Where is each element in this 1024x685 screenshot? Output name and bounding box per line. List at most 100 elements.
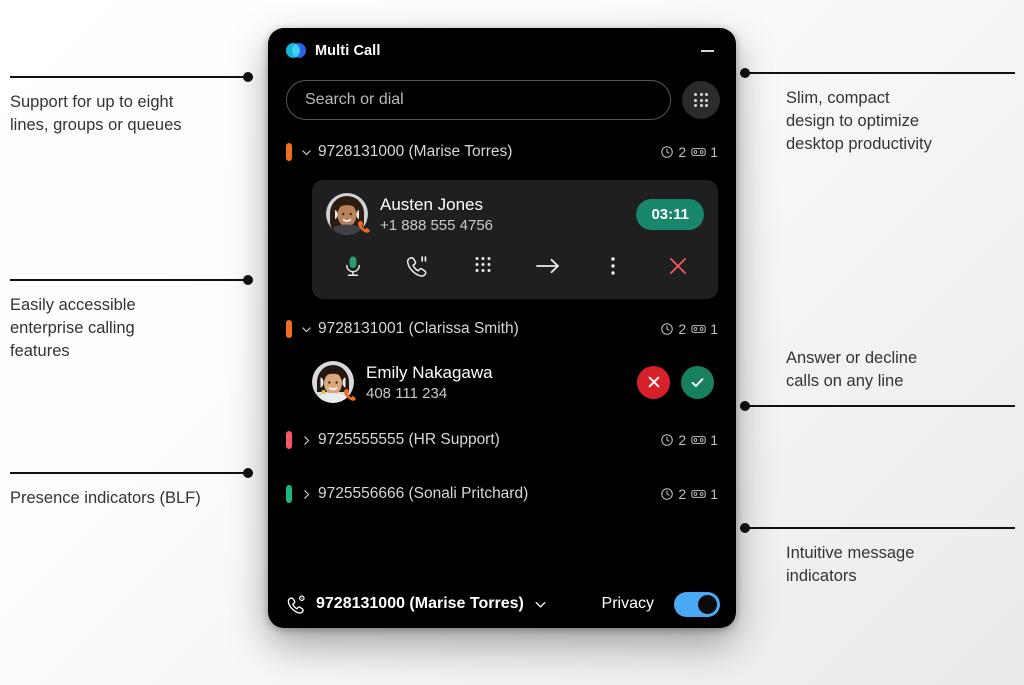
voicemail-count: 1 [710,432,718,448]
keypad-button[interactable] [461,249,505,283]
line-row-hr-support[interactable]: 9725555555 (HR Support) 2 1 [268,417,736,463]
callout-leader-line [10,468,253,478]
keypad-button[interactable] [682,81,720,119]
chevron-right-icon[interactable] [296,434,316,447]
active-call-header: Austen Jones +1 888 555 4756 03:11 [312,180,718,245]
privacy-toggle[interactable] [674,591,720,617]
voicemail-icon [691,325,706,333]
line-label: 9725556666 (Sonali Pritchard) [318,485,529,502]
incoming-call-row: Emily Nakagawa 408 111 234 [268,349,736,417]
voicemail-icon [691,490,706,498]
chevron-down-icon[interactable] [533,597,548,612]
decline-call-button[interactable] [637,365,670,399]
arrow-right-icon [535,258,559,274]
active-call-card: Austen Jones +1 888 555 4756 03:11 [312,180,718,299]
hold-button[interactable] [396,249,440,283]
phone-hold-icon [406,256,426,277]
phone-badge-icon [355,219,372,236]
bottom-bar: 9728131000 (Marise Torres) Privacy [268,580,736,628]
voicemail-badge: 1 [691,432,718,448]
phone-badge-icon [341,387,358,404]
voicemail-badge: 1 [691,486,718,502]
chevron-down-icon[interactable] [296,323,316,336]
more-options-button[interactable] [591,249,635,283]
missed-calls-badge: 2 [660,144,686,160]
chevron-down-icon[interactable] [296,146,316,159]
incoming-caller-info: Emily Nakagawa 408 111 234 [366,363,493,402]
callout-lines: Support for up to eight lines, groups or… [10,72,253,137]
search-input[interactable] [286,80,671,120]
presence-indicator-icon [286,143,292,161]
end-call-button[interactable] [656,249,700,283]
voicemail-badge: 1 [691,144,718,160]
missed-calls-badge: 2 [660,486,686,502]
call-action-bar [312,245,718,299]
multi-call-window: Multi Call 9728131000 (Marise Torres) 2 [268,28,736,628]
minimize-icon[interactable] [694,38,720,64]
incoming-call-actions [637,365,714,399]
missed-calls-badge: 2 [660,321,686,337]
mute-button[interactable] [331,249,375,283]
voicemail-icon [691,436,706,444]
voicemail-count: 1 [710,321,718,337]
line-label: 9725555555 (HR Support) [318,431,500,448]
callout-leader-line [10,275,253,285]
missed-calls-count: 2 [678,486,687,502]
title-bar: Multi Call [268,28,736,74]
chevron-right-icon[interactable] [296,488,316,501]
active-caller-info: Austen Jones +1 888 555 4756 [380,195,493,234]
callout-leader-line [10,72,253,82]
line-row-sonali-pritchard[interactable]: 9725556666 (Sonali Pritchard) 2 1 [268,471,736,517]
caller-name: Emily Nakagawa [366,362,493,382]
line-label: 9728131001 (Clarissa Smith) [318,320,519,337]
callout-design: Slim, compact design to optimize desktop… [740,68,1015,155]
callout-answer: Answer or decline calls on any line [740,347,1015,411]
clock-icon [661,146,674,158]
line-row-clarissa-smith[interactable]: 9728131001 (Clarissa Smith) 2 1 [268,309,736,349]
avatar-emily-nakagawa [312,361,356,403]
callout-leader-line [740,68,1015,78]
keypad-icon [475,257,490,272]
active-line-label: 9728131000 (Marise Torres) [316,595,524,612]
microphone-icon [345,256,360,277]
presence-indicator-icon [286,485,292,503]
close-x-icon [669,258,686,274]
callout-text: Easily accessible enterprise calling fea… [10,296,136,360]
callout-text: Intuitive message indicators [786,544,915,585]
line-badges: 2 1 [660,486,718,502]
callout-presence: Presence indicators (BLF) [10,468,253,510]
line-badges: 2 1 [660,432,718,448]
search-row [268,74,736,132]
clock-icon [661,488,674,500]
missed-calls-badge: 2 [660,432,686,448]
callout-text: Presence indicators (BLF) [10,489,201,507]
callout-text: Answer or decline calls on any line [786,349,918,390]
transfer-button[interactable] [526,249,570,283]
callout-messages: Intuitive message indicators [740,523,1015,588]
voicemail-badge: 1 [691,321,718,337]
more-vertical-icon [610,257,615,275]
line-row-marise-torres[interactable]: 9728131000 (Marise Torres) 2 1 [268,132,736,172]
voicemail-count: 1 [710,486,718,502]
privacy-label: Privacy [601,595,654,612]
accept-call-button[interactable] [681,365,714,399]
callout-leader-line [740,523,1015,533]
line-badges: 2 1 [660,144,718,160]
line-badges: 2 1 [660,321,718,337]
voicemail-icon [691,148,706,156]
accept-check-icon [691,377,704,387]
callout-leader-line [740,400,1015,411]
voicemail-count: 1 [710,144,718,160]
app-title: Multi Call [315,43,381,59]
callout-text: Slim, compact design to optimize desktop… [786,89,932,153]
caller-number: 408 111 234 [366,384,448,402]
callout-text: Support for up to eight lines, groups or… [10,93,182,134]
presence-indicator-icon [286,320,292,338]
missed-calls-count: 2 [678,144,687,160]
line-label: 9728131000 (Marise Torres) [318,143,513,160]
caller-number: +1 888 555 4756 [380,216,494,234]
avatar-austen-jones [326,193,370,235]
clock-icon [661,434,674,446]
keypad-icon [694,93,708,107]
webex-logo-icon [286,42,306,60]
